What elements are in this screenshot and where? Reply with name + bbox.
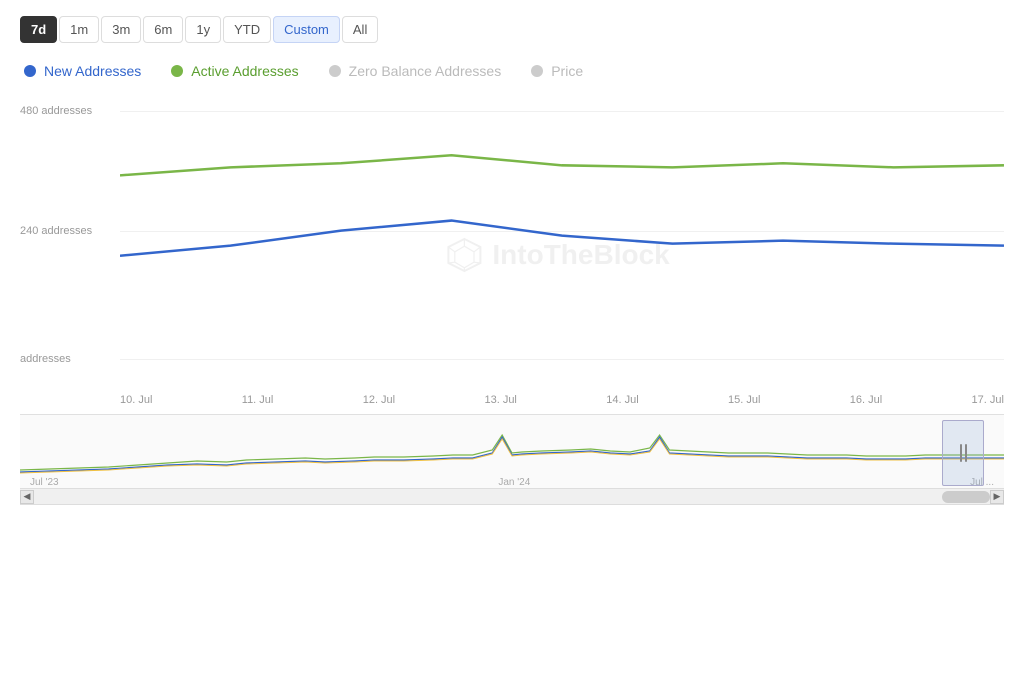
legend-active-addresses[interactable]: Active Addresses xyxy=(171,63,298,79)
navigator-svg xyxy=(20,415,1004,485)
chart-lines-svg xyxy=(120,95,1004,376)
x-axis: 10. Jul 11. Jul 12. Jul 13. Jul 14. Jul … xyxy=(120,386,1004,414)
active-addresses-line xyxy=(120,155,1004,175)
time-btn-all[interactable]: All xyxy=(342,16,378,43)
main-container: 7d 1m 3m 6m 1y YTD Custom All New Addres… xyxy=(0,0,1024,683)
legend-label-active-addresses: Active Addresses xyxy=(191,63,298,79)
time-btn-7d[interactable]: 7d xyxy=(20,16,57,43)
scroll-left-arrow[interactable]: ◀ xyxy=(20,490,34,504)
main-chart: 480 addresses 240 addresses addresses In… xyxy=(20,95,1004,415)
time-btn-custom[interactable]: Custom xyxy=(273,16,340,43)
x-label-4: 14. Jul xyxy=(606,394,638,406)
time-btn-3m[interactable]: 3m xyxy=(101,16,141,43)
x-label-0: 10. Jul xyxy=(120,394,152,406)
navigator-handle-lines xyxy=(960,444,967,462)
legend-dot-new-addresses xyxy=(24,65,36,77)
nav-blue-line xyxy=(20,437,1004,472)
handle-line-2 xyxy=(965,444,967,462)
x-label-5: 15. Jul xyxy=(728,394,760,406)
chart-navigator[interactable]: Jul '23 Jan '24 Jul ... ◀ ▶ xyxy=(20,415,1004,505)
handle-line-1 xyxy=(960,444,962,462)
y-label-480: 480 addresses xyxy=(20,105,92,117)
legend-label-price: Price xyxy=(551,63,583,79)
nav-label-jul23: Jul '23 xyxy=(30,477,59,488)
legend-label-zero-balance: Zero Balance Addresses xyxy=(349,63,502,79)
legend-price[interactable]: Price xyxy=(531,63,583,79)
y-label-240: 240 addresses xyxy=(20,225,92,237)
scroll-thumb[interactable] xyxy=(942,491,990,503)
legend-zero-balance[interactable]: Zero Balance Addresses xyxy=(329,63,502,79)
chart-legend: New Addresses Active Addresses Zero Bala… xyxy=(20,63,1004,79)
x-label-6: 16. Jul xyxy=(850,394,882,406)
time-btn-1m[interactable]: 1m xyxy=(59,16,99,43)
legend-dot-active-addresses xyxy=(171,65,183,77)
navigator-scrollbar[interactable]: ◀ ▶ xyxy=(20,488,1004,504)
legend-new-addresses[interactable]: New Addresses xyxy=(24,63,141,79)
legend-dot-price xyxy=(531,65,543,77)
scroll-right-arrow[interactable]: ▶ xyxy=(990,490,1004,504)
legend-label-new-addresses: New Addresses xyxy=(44,63,141,79)
nav-label-jan24: Jan '24 xyxy=(498,477,530,488)
navigator-handle[interactable] xyxy=(942,420,984,486)
legend-dot-zero-balance xyxy=(329,65,341,77)
x-label-3: 13. Jul xyxy=(484,394,516,406)
time-range-selector: 7d 1m 3m 6m 1y YTD Custom All xyxy=(20,16,1004,43)
x-label-7: 17. Jul xyxy=(972,394,1004,406)
time-btn-6m[interactable]: 6m xyxy=(143,16,183,43)
x-label-2: 12. Jul xyxy=(363,394,395,406)
time-btn-1y[interactable]: 1y xyxy=(185,16,221,43)
y-label-addresses: addresses xyxy=(20,353,71,365)
time-btn-ytd[interactable]: YTD xyxy=(223,16,271,43)
new-addresses-line xyxy=(120,221,1004,256)
x-label-1: 11. Jul xyxy=(242,394,274,406)
navigator-labels: Jul '23 Jan '24 Jul ... xyxy=(20,477,1004,488)
